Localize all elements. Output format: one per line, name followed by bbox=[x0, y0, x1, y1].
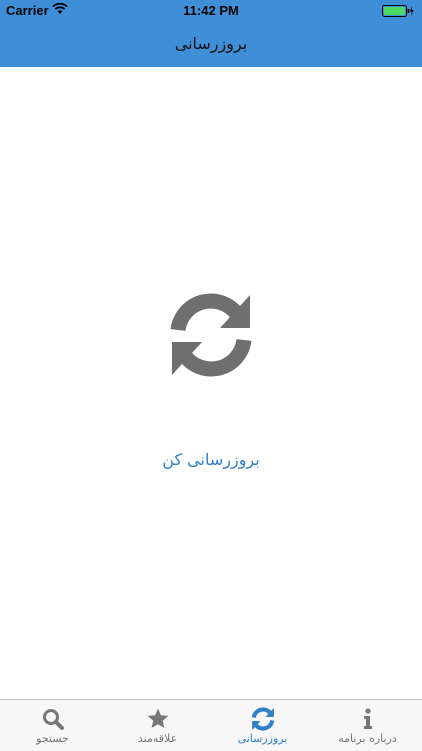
tab-label: درباره برنامه bbox=[338, 732, 397, 745]
tab-bar: جستجو علاقه‌مند بروزرسانی درباره bbox=[0, 699, 422, 751]
star-icon bbox=[105, 707, 210, 731]
search-icon bbox=[0, 707, 105, 731]
tab-search[interactable]: جستجو bbox=[0, 700, 105, 751]
tab-label: جستجو bbox=[36, 732, 69, 745]
navigation-bar: بروزرسانی bbox=[0, 22, 422, 67]
refresh-button[interactable]: بروزرسانی کن bbox=[0, 450, 422, 469]
tab-about[interactable]: درباره برنامه bbox=[315, 700, 420, 751]
battery-icon bbox=[382, 5, 414, 21]
refresh-icon[interactable] bbox=[168, 292, 254, 378]
tab-update[interactable]: بروزرسانی bbox=[210, 700, 315, 751]
status-bar: Carrier 11:42 PM bbox=[0, 0, 422, 22]
refresh-icon bbox=[210, 707, 315, 731]
tab-label: علاقه‌مند bbox=[137, 732, 178, 745]
main-content: بروزرسانی کن bbox=[0, 67, 422, 699]
page-title: بروزرسانی bbox=[174, 34, 248, 53]
status-time: 11:42 PM bbox=[183, 3, 239, 18]
tab-label: بروزرسانی bbox=[237, 732, 288, 745]
info-icon bbox=[315, 707, 420, 731]
tab-favorites[interactable]: علاقه‌مند bbox=[105, 700, 210, 751]
